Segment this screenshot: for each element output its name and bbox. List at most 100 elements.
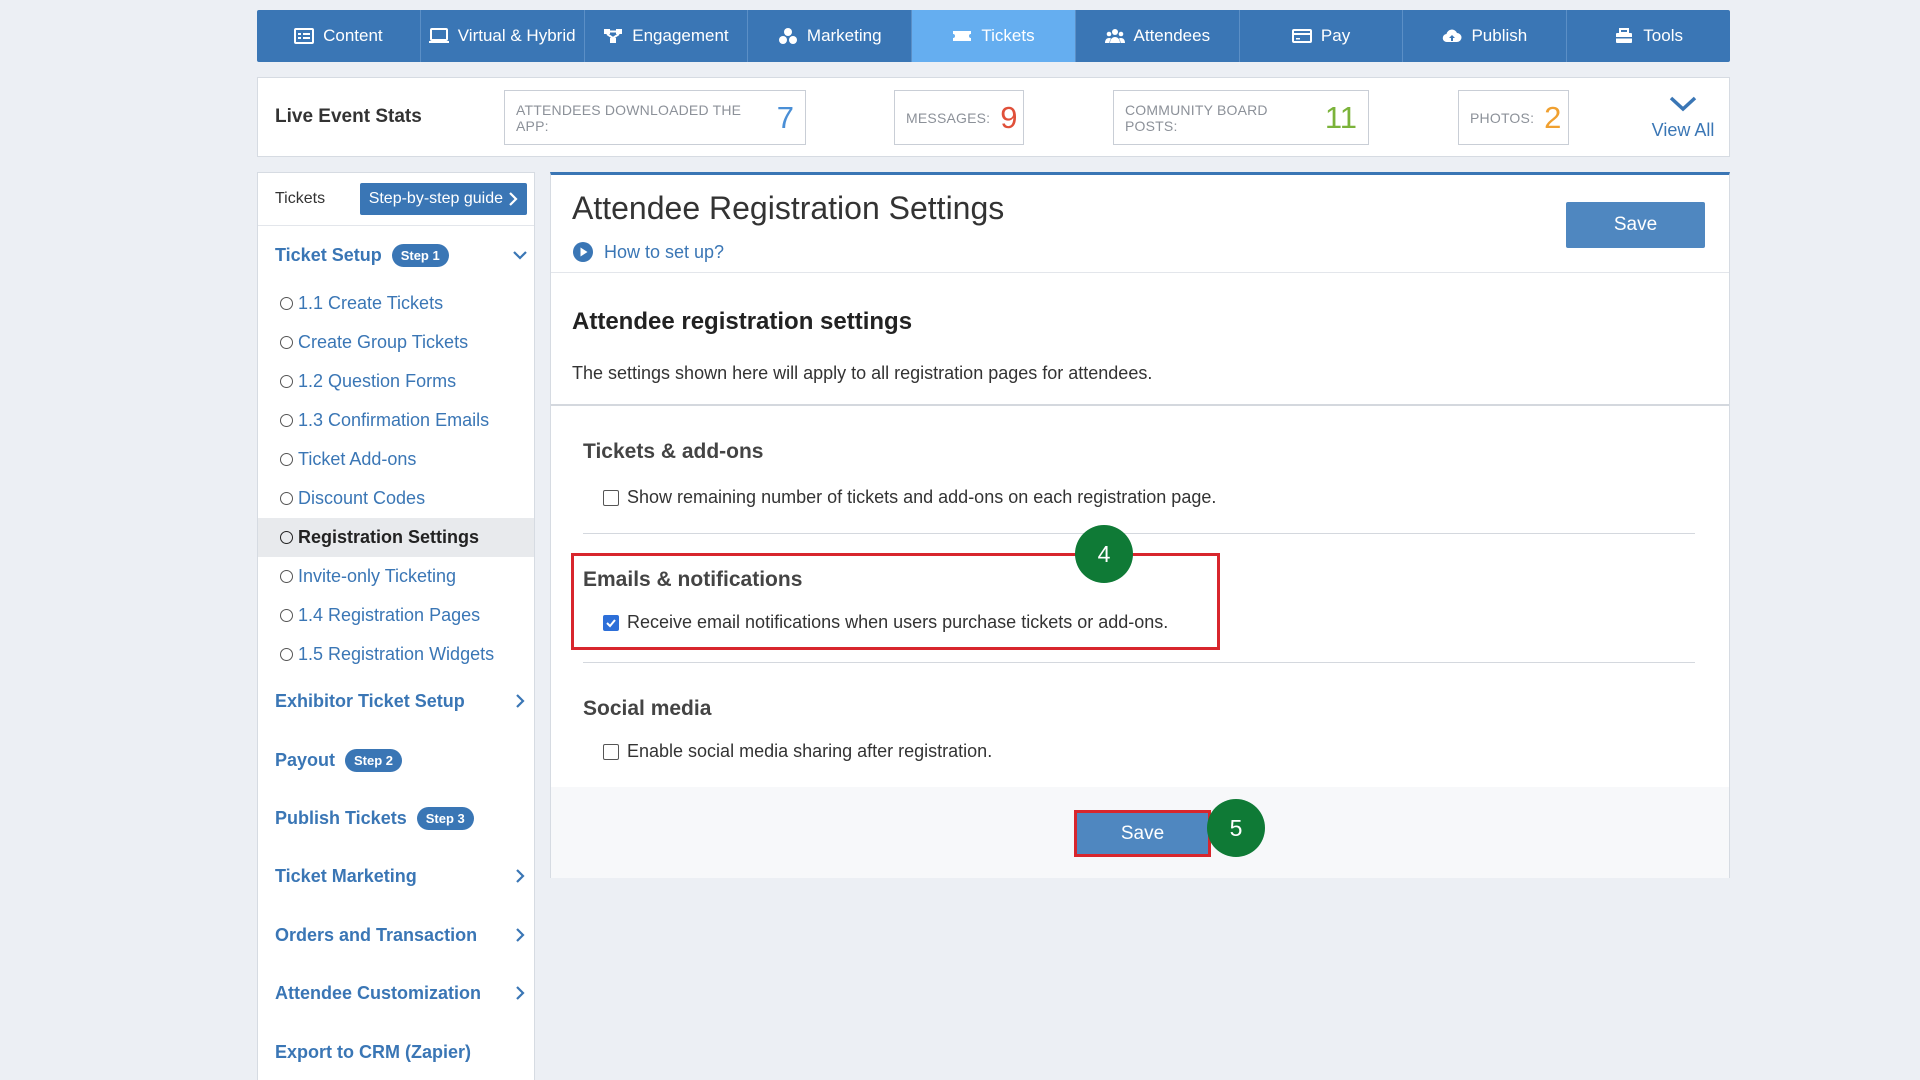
section-export-crm[interactable]: Export to CRM (Zapier) xyxy=(258,1024,534,1080)
nav-publish[interactable]: Publish xyxy=(1403,10,1568,62)
checkbox-unchecked[interactable] xyxy=(603,489,619,506)
sidebar-item-label: 1.2 Question Forms xyxy=(298,371,457,391)
option-show-remaining-tickets[interactable]: Show remaining number of tickets and add… xyxy=(603,487,1216,508)
view-all-button[interactable]: View All xyxy=(1638,90,1728,141)
nav-attendees-label: Attendees xyxy=(1133,26,1211,45)
circle-icon xyxy=(280,336,293,349)
stat-photos: PHOTOS: 2 xyxy=(1458,90,1569,145)
section-attendee-customization[interactable]: Attendee Customization xyxy=(258,962,534,1024)
chevron-right-icon xyxy=(516,986,525,1000)
section-orders-transaction[interactable]: Orders and Transaction xyxy=(258,908,534,962)
guide-button-label: Step-by-step guide xyxy=(368,190,503,207)
save-button-top[interactable]: Save xyxy=(1566,202,1705,248)
sidebar-item-registration-widgets[interactable]: 1.5 Registration Widgets xyxy=(258,635,534,674)
sidebar: Tickets Step-by-step guide Ticket Setup … xyxy=(257,172,535,1080)
nav-tools-label: Tools xyxy=(1643,26,1683,45)
sidebar-item-registration-pages[interactable]: 1.4 Registration Pages xyxy=(258,596,534,635)
section-title: Attendee registration settings xyxy=(572,308,913,335)
section-attendee-customization-title: Attendee Customization xyxy=(275,982,482,1003)
chevron-down-icon xyxy=(1669,96,1697,112)
stat-label: ATTENDEES DOWNLOADED THE APP: xyxy=(516,101,742,134)
nav-virtual-hybrid-label: Virtual & Hybrid xyxy=(457,26,576,45)
divider xyxy=(583,533,1695,534)
nav-engagement[interactable]: Engagement xyxy=(585,10,749,62)
option-social-sharing[interactable]: Enable social media sharing after regist… xyxy=(603,741,992,762)
sidebar-item-label: 1.4 Registration Pages xyxy=(298,605,481,625)
stat-label: PHOTOS: xyxy=(1470,109,1535,126)
option-label: Enable social media sharing after regist… xyxy=(627,741,993,761)
chevron-right-icon xyxy=(516,928,525,942)
stat-community-posts: COMMUNITY BOARD POSTS: 11 xyxy=(1113,90,1369,145)
nav-content[interactable]: Content xyxy=(257,10,421,62)
stat-value: 11 xyxy=(1324,99,1357,135)
section-payout[interactable]: Payout Step 2 xyxy=(258,728,534,792)
group-title-emails-notifications: Emails & notifications xyxy=(583,568,803,591)
nav-publish-label: Publish xyxy=(1471,26,1528,45)
checkmark-icon xyxy=(606,618,616,627)
cloud-upload-icon xyxy=(1443,29,1462,43)
main-panel: Attendee Registration Settings How to se… xyxy=(550,172,1730,878)
circle-icon xyxy=(280,648,293,661)
page-title: Attendee Registration Settings xyxy=(572,190,1005,226)
live-event-stats: Live Event Stats ATTENDEES DOWNLOADED TH… xyxy=(257,77,1730,157)
sidebar-item-create-group-tickets[interactable]: Create Group Tickets xyxy=(258,323,534,362)
card-icon xyxy=(1291,29,1312,43)
option-label: Receive email notifications when users p… xyxy=(627,612,1169,632)
stat-label: MESSAGES: xyxy=(906,109,991,126)
top-navigation: Content Virtual & Hybrid Engagement Mark… xyxy=(257,10,1730,62)
nav-marketing[interactable]: Marketing xyxy=(748,10,913,62)
nav-pay[interactable]: Pay xyxy=(1240,10,1404,62)
nav-tickets-label: Tickets xyxy=(981,26,1035,45)
sidebar-item-label: Ticket Add-ons xyxy=(298,449,417,469)
sidebar-item-ticket-add-ons[interactable]: Ticket Add-ons xyxy=(258,440,534,479)
sidebar-item-registration-settings[interactable]: Registration Settings xyxy=(258,518,534,557)
step-badge: Step 2 xyxy=(345,748,403,772)
section-publish-tickets[interactable]: Publish Tickets Step 3 xyxy=(258,792,534,844)
sidebar-header: Tickets Step-by-step guide xyxy=(258,173,534,226)
circle-icon xyxy=(280,414,293,427)
stat-value: 7 xyxy=(776,99,794,135)
section-ticket-setup-title: Ticket Setup xyxy=(275,244,382,265)
checkbox-unchecked[interactable] xyxy=(603,743,619,760)
nav-content-label: Content xyxy=(323,26,383,45)
group-title-social-media: Social media xyxy=(583,697,712,720)
how-to-set-up-link[interactable]: How to set up? xyxy=(572,241,724,263)
circle-icon xyxy=(280,453,293,466)
sidebar-item-discount-codes[interactable]: Discount Codes xyxy=(258,479,534,518)
toolbox-icon xyxy=(1616,28,1633,43)
nav-tickets[interactable]: Tickets xyxy=(912,10,1076,62)
checkbox-checked[interactable] xyxy=(603,614,619,631)
section-exhibitor-ticket-setup[interactable]: Exhibitor Ticket Setup xyxy=(258,674,534,728)
nav-attendees[interactable]: Attendees xyxy=(1076,10,1240,62)
chevron-right-icon xyxy=(516,694,525,708)
circle-icon xyxy=(280,609,293,622)
sidebar-item-question-forms[interactable]: 1.2 Question Forms xyxy=(258,362,534,401)
sidebar-item-invite-only-ticketing[interactable]: Invite-only Ticketing xyxy=(258,557,534,596)
option-label: Show remaining number of tickets and add… xyxy=(627,487,1217,507)
section-ticket-setup[interactable]: Ticket Setup Step 1 xyxy=(258,226,534,284)
step-badge: Step 1 xyxy=(391,243,449,267)
circle-icon xyxy=(280,570,293,583)
step-by-step-guide-button[interactable]: Step-by-step guide xyxy=(359,183,527,215)
ticket-icon xyxy=(953,31,972,41)
sidebar-item-confirmation-emails[interactable]: 1.3 Confirmation Emails xyxy=(258,401,534,440)
section-export-crm-title: Export to CRM (Zapier) xyxy=(275,1041,471,1062)
stats-title: Live Event Stats xyxy=(275,106,422,127)
people-icon xyxy=(1104,29,1125,43)
section-ticket-marketing-title: Ticket Marketing xyxy=(275,865,417,886)
sidebar-item-label: Create Group Tickets xyxy=(298,332,469,352)
option-email-notifications[interactable]: Receive email notifications when users p… xyxy=(603,612,1168,633)
save-button-bottom[interactable]: Save xyxy=(1074,810,1211,857)
sidebar-item-label: Registration Settings xyxy=(298,527,480,547)
nav-virtual-hybrid[interactable]: Virtual & Hybrid xyxy=(421,10,585,62)
group-title-tickets-addons: Tickets & add-ons xyxy=(583,440,764,463)
marketing-icon xyxy=(778,28,797,44)
sidebar-item-create-tickets[interactable]: 1.1 Create Tickets xyxy=(258,284,534,323)
nav-marketing-label: Marketing xyxy=(806,26,882,45)
section-exhibitor-title: Exhibitor Ticket Setup xyxy=(275,690,465,711)
nav-pay-label: Pay xyxy=(1320,26,1351,45)
circle-icon xyxy=(280,297,293,310)
section-orders-title: Orders and Transaction xyxy=(275,924,478,945)
section-ticket-marketing[interactable]: Ticket Marketing xyxy=(258,844,534,908)
nav-tools[interactable]: Tools xyxy=(1567,10,1730,62)
